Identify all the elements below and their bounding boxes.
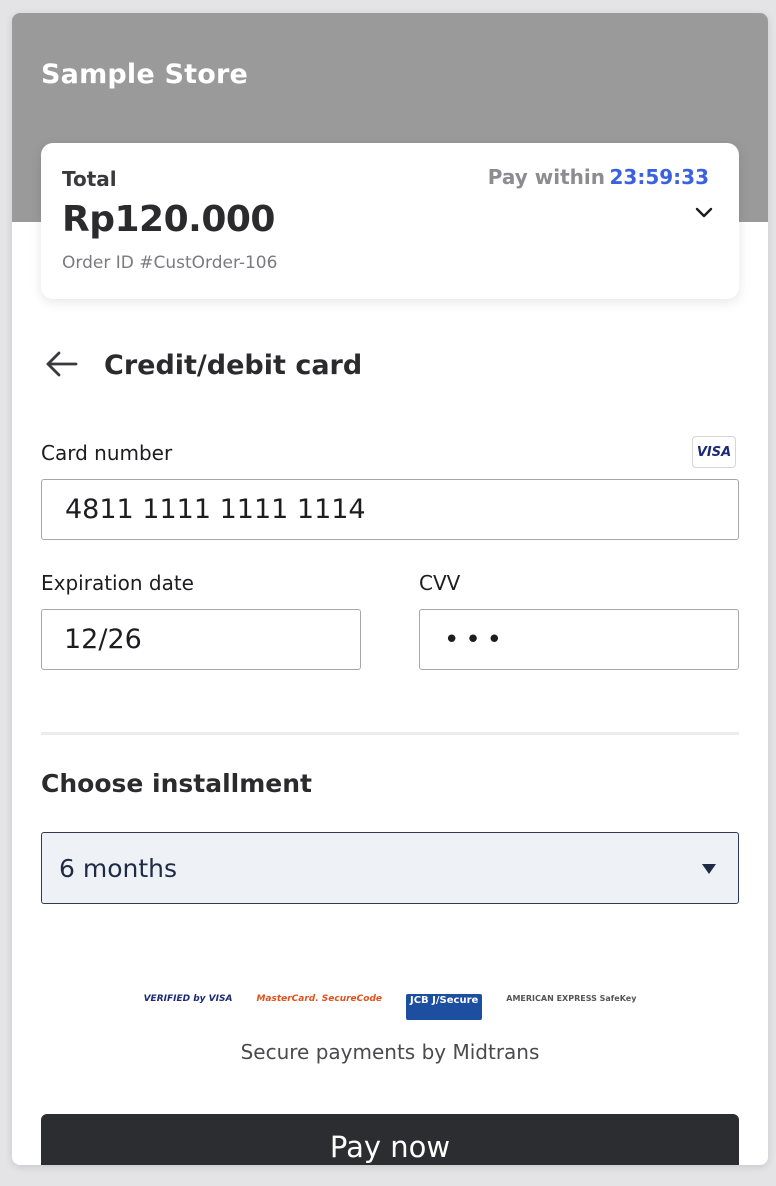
cvv-input[interactable]: •••	[419, 609, 739, 670]
card-number-input[interactable]: 4811 1111 1111 1114	[41, 479, 739, 540]
chevron-down-icon[interactable]	[693, 201, 715, 223]
pay-now-button[interactable]: Pay now	[41, 1114, 739, 1165]
total-label: Total	[62, 167, 117, 191]
card-number-label: Card number	[41, 441, 173, 465]
installment-title: Choose installment	[41, 769, 312, 798]
cvv-masked-value: •••	[444, 624, 509, 655]
expiration-date-label: Expiration date	[41, 571, 194, 595]
total-amount: Rp120.000	[62, 199, 275, 240]
security-logos: VERIFIED by VISA MasterCard. SecureCode …	[12, 994, 768, 1020]
payment-method-title: Credit/debit card	[104, 350, 363, 381]
payment-modal: Sample Store Total Rp120.000 Order ID #C…	[12, 13, 768, 1165]
secure-payments-text: Secure payments by Midtrans	[240, 1040, 540, 1064]
amex-safekey-logo: AMERICAN EXPRESS SafeKey	[506, 994, 637, 1003]
order-id: Order ID #CustOrder-106	[62, 253, 278, 273]
caret-down-icon	[702, 864, 716, 874]
visa-card-icon: VISA	[692, 436, 736, 468]
pay-within-label: Pay within	[487, 165, 605, 189]
store-name: Sample Store	[41, 59, 249, 90]
section-divider	[41, 732, 739, 735]
back-arrow-icon[interactable]	[44, 348, 80, 380]
order-summary-card[interactable]: Total Rp120.000 Order ID #CustOrder-106 …	[41, 143, 739, 299]
jcb-jsecure-logo: JCB J/Secure	[406, 994, 483, 1020]
countdown-timer: 23:59:33	[609, 165, 710, 189]
verified-by-visa-logo: VERIFIED by VISA	[143, 994, 233, 1004]
mastercard-securecode-logo: MasterCard. SecureCode	[256, 994, 382, 1004]
cvv-label: CVV	[419, 571, 461, 595]
installment-select[interactable]: 6 months	[41, 832, 739, 904]
expiration-date-input[interactable]: 12/26	[41, 609, 361, 670]
installment-selected-value: 6 months	[59, 853, 178, 883]
